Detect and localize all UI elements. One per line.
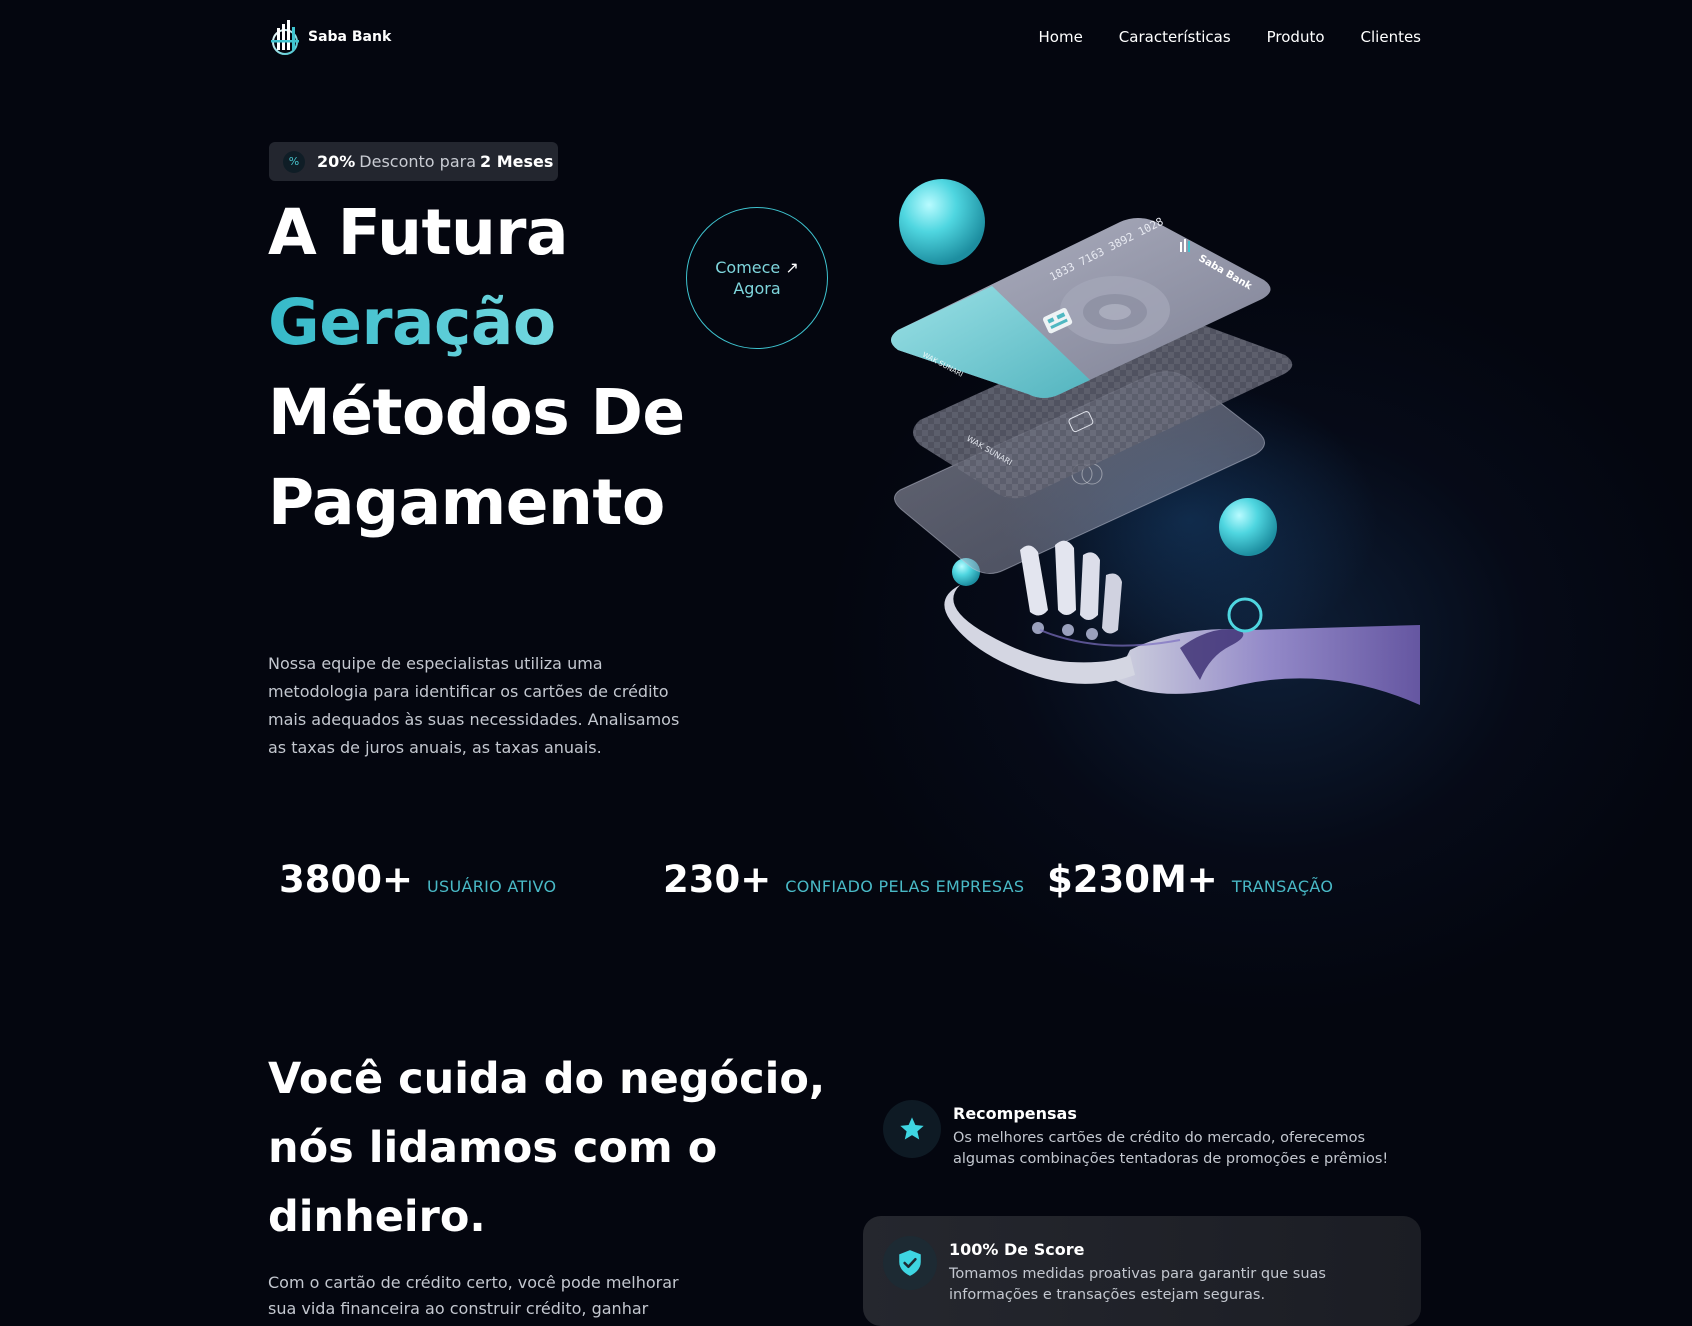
cta-label-2: Agora: [733, 279, 781, 298]
stat-transactions: $230M+ TRANSAÇÃO: [1047, 858, 1333, 901]
nav-item-caracteristicas[interactable]: Características: [1119, 28, 1231, 46]
hero-title-line: Pagamento: [268, 466, 665, 539]
section-title-line: nós lidamos com o: [268, 1123, 718, 1173]
feature-title: Recompensas: [953, 1104, 1077, 1123]
promo-percent: 20%: [317, 152, 356, 171]
stat-label: TRANSAÇÃO: [1231, 877, 1334, 896]
shield-check-icon: [883, 1236, 937, 1290]
hero-title-line: A Futura: [268, 196, 568, 269]
percent-icon: %: [283, 150, 305, 173]
hero-description: Nossa equipe de especialistas utiliza um…: [268, 654, 680, 757]
hero-title-line: Métodos De: [268, 376, 685, 449]
robot-hand: [944, 540, 1420, 705]
promo-text: Desconto para: [359, 152, 477, 171]
star-icon: [883, 1100, 941, 1158]
feature-text: Tomamos medidas proativas para garantir …: [949, 1266, 1326, 1303]
nav-item-home[interactable]: Home: [1039, 28, 1083, 46]
promo-duration: 2 Meses: [480, 152, 554, 171]
decorative-sphere: [899, 179, 985, 265]
feature-text: Os melhores cartões de crédito do mercad…: [953, 1130, 1389, 1167]
arrow-up-right-icon: ↗: [785, 258, 799, 277]
stat-label: CONFIADO PELAS EMPRESAS: [785, 877, 1025, 896]
main-nav: Home Características Produto Clientes: [1039, 28, 1422, 46]
feature-title: 100% De Score: [949, 1240, 1085, 1259]
stat-value: 3800+: [279, 858, 413, 901]
cta-label-1: Comece: [715, 258, 781, 277]
stat-trusted-companies: 230+ CONFIADO PELAS EMPRESAS: [663, 858, 1024, 901]
stat-label: USUÁRIO ATIVO: [426, 877, 557, 896]
section-description: Com o cartão de crédito certo, você pode…: [268, 1273, 679, 1318]
section-title-line: dinheiro.: [268, 1192, 486, 1242]
nav-item-clientes[interactable]: Clientes: [1361, 28, 1421, 46]
stat-value: $230M+: [1047, 858, 1218, 901]
stat-active-users: 3800+ USUÁRIO ATIVO: [279, 858, 556, 901]
nav-item-produto[interactable]: Produto: [1267, 28, 1325, 46]
decorative-sphere: [1219, 498, 1277, 556]
stat-value: 230+: [663, 858, 772, 901]
section-title: Você cuida do negócio, nós lidamos com o…: [268, 1045, 825, 1252]
hero-title-accent: Geração: [268, 278, 685, 368]
bank-columns-icon: [271, 20, 299, 55]
hero-illustration: WAK SUNARI 1833 7163 3892 1028 Saba Bank…: [891, 179, 1420, 705]
section-title-line: Você cuida do negócio,: [268, 1054, 826, 1104]
promo-badge: % 20% Desconto para 2 Meses: [269, 142, 558, 181]
brand-name: Saba Bank: [308, 29, 392, 45]
get-started-button[interactable]: Comece ↗ Agora: [686, 207, 828, 349]
brand-logo[interactable]: Saba Bank: [268, 18, 391, 56]
hero-title: A Futura Geração Métodos De Pagamento: [268, 188, 685, 548]
feature-rewards: Recompensas Os melhores cartões de crédi…: [863, 1090, 1421, 1180]
